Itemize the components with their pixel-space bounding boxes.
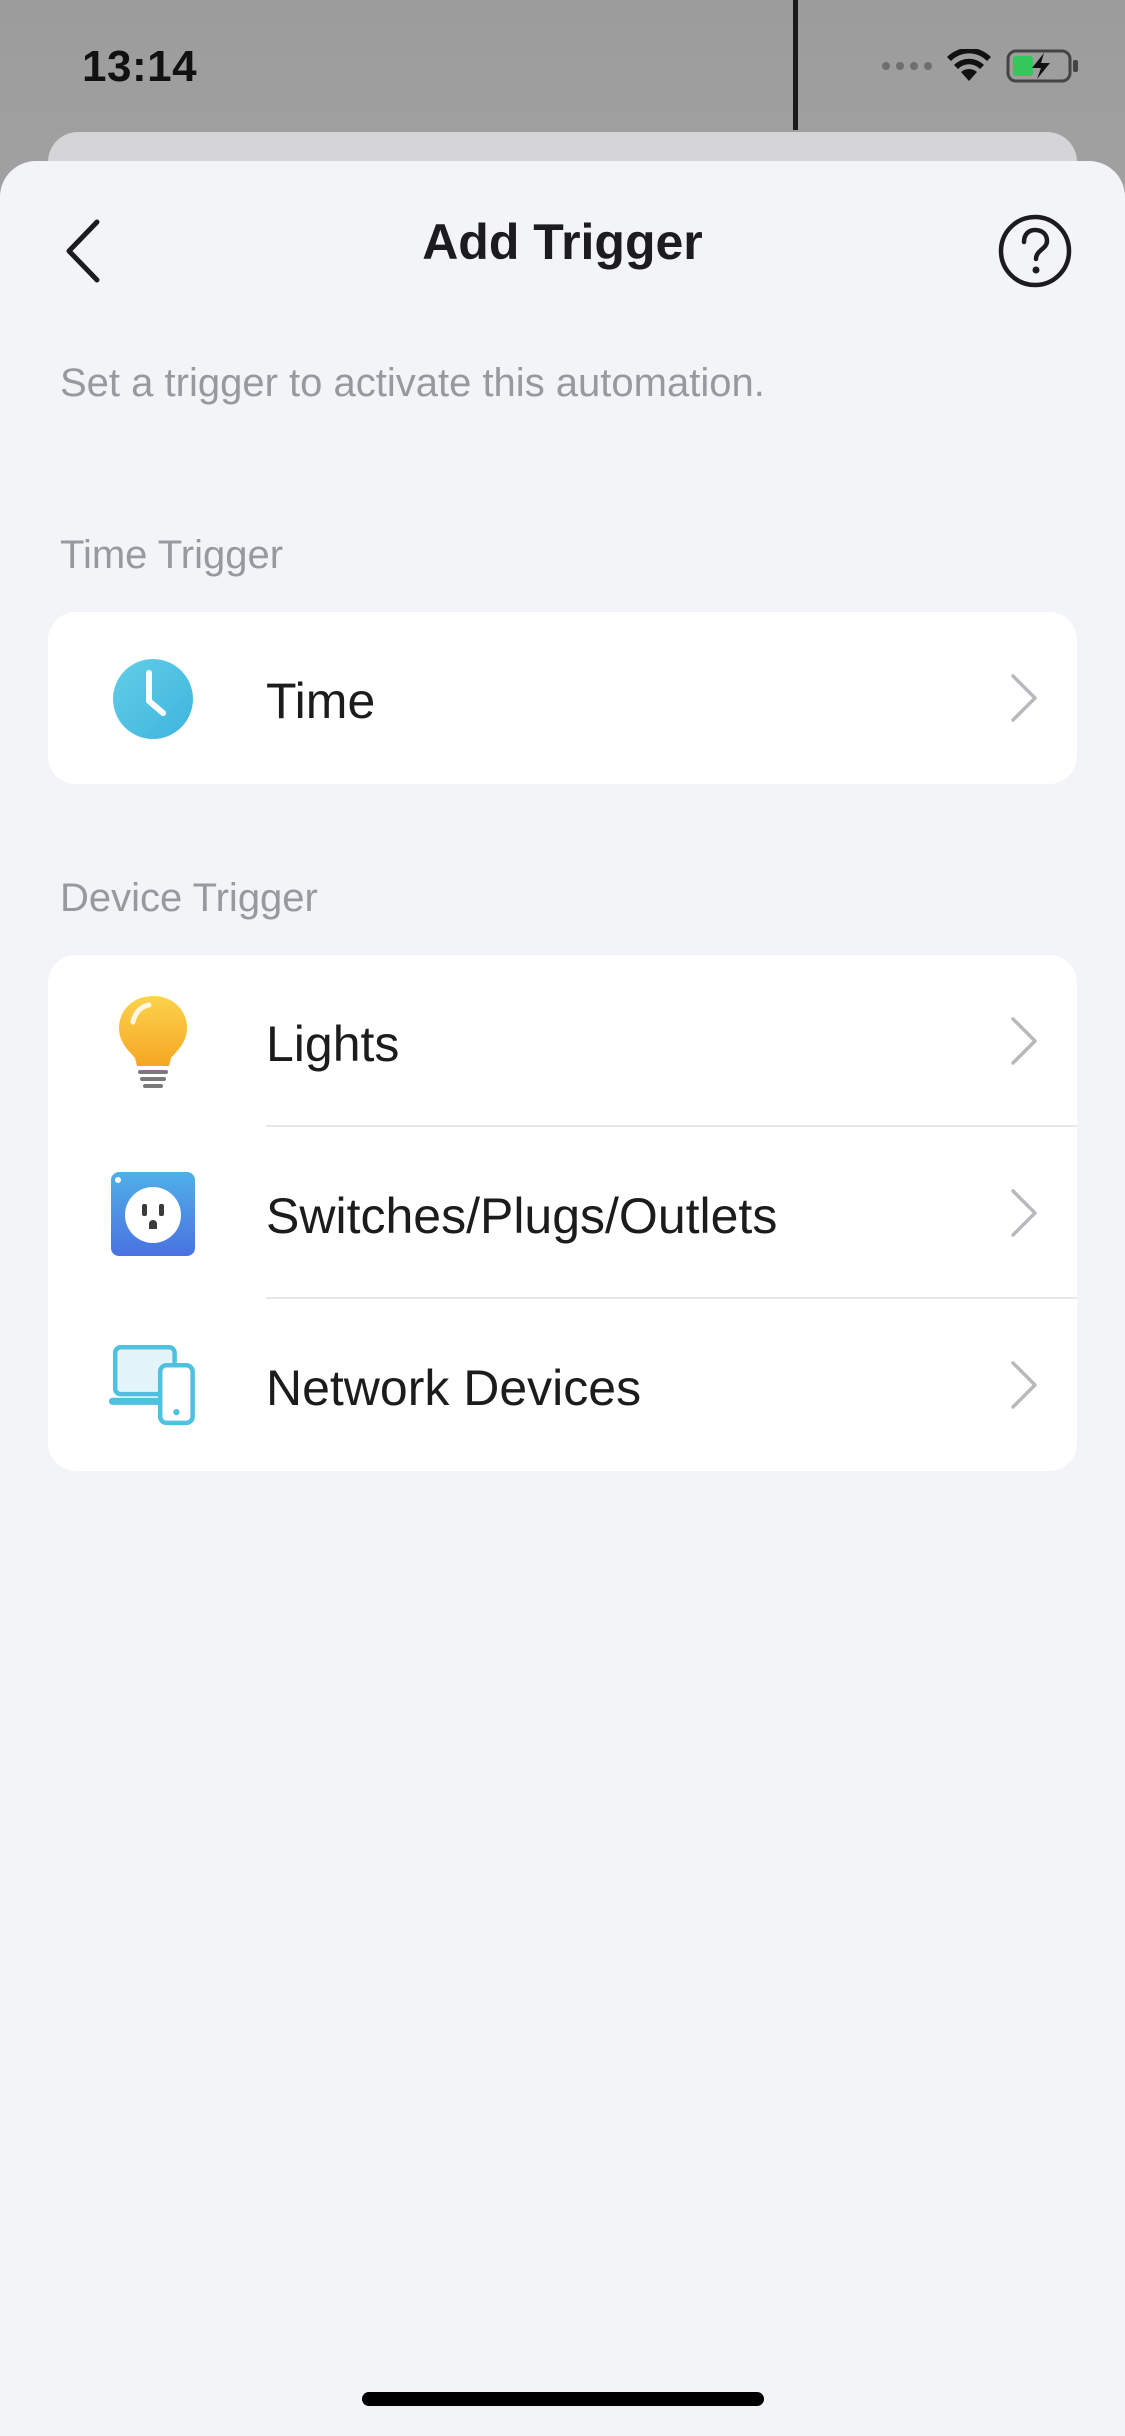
time-trigger-card: Time: [48, 612, 1077, 784]
clock-icon: [108, 654, 198, 744]
list-item-network-devices[interactable]: Network Devices: [48, 1299, 1077, 1471]
nav-bar: Add Trigger: [0, 161, 1125, 331]
status-time: 13:14: [82, 42, 198, 91]
subtitle: Set a trigger to activate this automatio…: [60, 361, 765, 405]
chevron-right-icon: [1011, 1017, 1037, 1065]
help-button[interactable]: [993, 209, 1077, 293]
list-item-lights[interactable]: Lights: [48, 955, 1077, 1127]
list-item-label: Network Devices: [266, 1360, 642, 1416]
chevron-right-icon: [1011, 1189, 1037, 1237]
chevron-right-icon: [1011, 1361, 1037, 1409]
question-circle-icon: [998, 214, 1072, 288]
status-bar: 13:14: [0, 0, 1125, 135]
add-trigger-sheet: Add Trigger Set a trigger to activate th…: [0, 161, 1125, 2436]
section-label-time-trigger: Time Trigger: [60, 533, 284, 577]
wifi-icon: [947, 49, 991, 81]
device-trigger-card: Lights Switches/Plugs/Outlets Network De…: [48, 955, 1077, 1471]
cellular-signal-icon: [882, 62, 932, 70]
list-item-label: Time: [266, 673, 376, 729]
list-item-label: Lights: [266, 1016, 400, 1072]
screen: 13:14 Add Trigger Set a trigger to activ…: [0, 0, 1125, 2436]
section-label-device-trigger: Device Trigger: [60, 876, 318, 920]
home-indicator[interactable]: [362, 2392, 764, 2406]
list-item-label: Switches/Plugs/Outlets: [266, 1188, 778, 1244]
network-devices-icon: [108, 1341, 198, 1431]
light-bulb-icon: [108, 996, 198, 1088]
outlet-icon: [108, 1169, 198, 1259]
list-item-switches-plugs-outlets[interactable]: Switches/Plugs/Outlets: [48, 1127, 1077, 1299]
status-icons: [882, 48, 1080, 84]
chevron-right-icon: [1011, 674, 1037, 722]
page-title: Add Trigger: [422, 214, 703, 270]
list-item-time[interactable]: Time: [48, 612, 1077, 784]
battery-charging-icon: [1006, 49, 1078, 83]
